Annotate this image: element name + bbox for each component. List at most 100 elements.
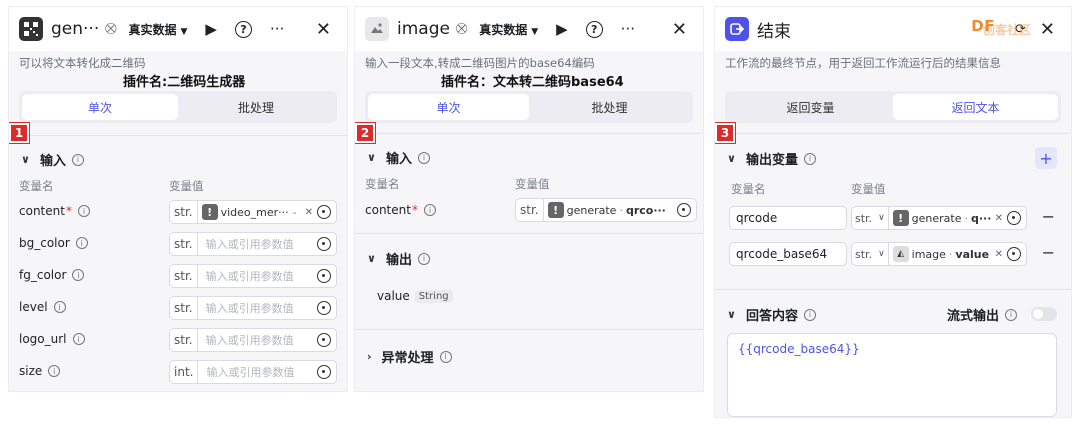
reference-picker-icon[interactable] [317,269,331,283]
output-section-header[interactable]: ∨ 输出 i [367,249,430,268]
input-section-header[interactable]: ∨ 输入 i [21,150,84,169]
info-icon: i [77,205,90,217]
info-icon: i [439,350,452,363]
divider [355,329,703,330]
run-icon[interactable]: ▶ [205,20,217,38]
input-section-header[interactable]: ∨ 输入 i [367,148,430,167]
exception-section-header[interactable]: › 异常处理 i [367,347,452,366]
chevron-down-icon: ∨ [367,252,376,265]
clear-icon[interactable]: ✕ [995,213,1003,224]
data-mode-dropdown[interactable]: 真实数据 ▼ [128,21,187,38]
param-value-content[interactable]: str. ! generate · qrco··· [515,198,697,222]
plugin-image-icon [365,17,389,41]
type-label: str. [170,329,198,351]
col-value-header: 变量值 [169,179,204,193]
type-select[interactable]: str. ∨ [852,207,889,229]
param-name: content [365,203,411,217]
param-label-size: size i [19,364,61,378]
value-input[interactable]: 输入或引用参数值 [198,364,317,380]
ref-separator: · [619,203,623,217]
value-input[interactable]: 输入或引用参数值 [198,332,317,348]
variable-name-input[interactable]: qrcode [729,206,847,230]
clear-icon[interactable]: ✕ [305,207,313,218]
reference-picker-icon[interactable] [317,365,331,379]
tab-return-text[interactable]: 返回文本 [893,94,1058,120]
col-name-header: 变量名 [19,179,54,193]
tab-batch[interactable]: 批处理 [529,94,690,120]
section-title: 输出变量 [745,153,798,168]
reference-picker-icon[interactable] [317,333,331,347]
variable-name-input[interactable]: qrcode_base64 [729,242,847,266]
remove-variable-button[interactable]: − [1042,243,1055,262]
variable-value-qrcode[interactable]: str. ∨ ! generate · q··· ✕ [851,206,1027,230]
param-value-logo-url[interactable]: str. 输入或引用参数值 [169,328,337,352]
help-icon[interactable]: ? [585,20,603,38]
param-value-size[interactable]: int. 输入或引用参数值 [169,360,337,384]
answer-content-editor[interactable]: {{qrcode_base64}} [727,333,1057,417]
step-badge: 2 [355,123,375,143]
param-value-content[interactable]: str. ! video_mer··· - ✕ [169,200,337,224]
reference-tag[interactable]: ! video_mer··· - [201,204,301,220]
param-value-level[interactable]: str. 输入或引用参数值 [169,296,337,320]
output-var-type: String [414,289,453,303]
mode-tabs: 单次 批处理 [365,91,693,123]
node-panel-end: 结束 ⟳ ✕ DF 创客社区 工作流的最终节点，用于返回工作流运行后的结果信息 … [714,6,1072,418]
add-variable-button[interactable]: + [1035,147,1057,169]
variable-value-qrcode-base64[interactable]: str. ∨ ◭ image · value ✕ [851,242,1027,266]
data-mode-dropdown[interactable]: 真实数据 ▼ [479,21,538,38]
param-value-fg-color[interactable]: str. 输入或引用参数值 [169,264,337,288]
col-value-header: 变量值 [515,177,550,191]
node-panel-qr-generator: gen··· ⛒ 真实数据 ▼ ▶ ? ··· ✕ 可以将文本转化成二维码 插件名… [8,6,348,392]
value-input[interactable]: 输入或引用参数值 [198,268,317,284]
type-select[interactable]: str. ∨ [852,243,889,265]
col-name-header: 变量名 [365,177,400,191]
stream-output-toggle[interactable] [1031,307,1057,321]
help-icon[interactable]: ? [234,20,252,38]
param-label-bg-color: bg_color i [19,236,88,250]
section-title: 输入 [385,152,412,167]
col-name-header: 变量名 [731,182,766,196]
close-icon[interactable]: ✕ [316,19,331,40]
run-icon[interactable]: ▶ [556,20,568,38]
reference-picker-icon[interactable] [1007,247,1021,261]
step-badge: 1 [9,123,29,143]
reference-picker-icon[interactable] [317,237,331,251]
reference-tag[interactable]: ! generate · q··· [892,210,991,226]
qrcode-icon [19,17,43,41]
divider [715,133,1071,134]
reference-picker-icon[interactable] [317,301,331,315]
info-icon: i [417,252,430,265]
tab-return-variable[interactable]: 返回变量 [728,94,893,120]
reference-picker-icon[interactable] [317,205,331,219]
node-link-icon[interactable]: ⛒ [105,22,116,36]
more-icon[interactable]: ··· [621,20,635,38]
type-label: int. [170,361,199,383]
output-section-header[interactable]: ∨ 输出变量 i [727,149,816,168]
tab-single[interactable]: 单次 [22,94,178,120]
close-icon[interactable]: ✕ [672,19,687,40]
info-icon: i [803,152,816,165]
chevron-down-icon: ∨ [878,249,885,259]
reference-tag[interactable]: ! generate · qrco··· [547,202,677,218]
more-icon[interactable]: ··· [270,20,284,38]
tab-single[interactable]: 单次 [368,94,529,120]
info-icon: i [71,153,84,166]
data-mode-label: 真实数据 [128,22,177,37]
close-icon[interactable]: ✕ [1040,19,1055,40]
param-value-bg-color[interactable]: str. 输入或引用参数值 [169,232,337,256]
node-link-icon[interactable]: ⛒ [456,22,467,36]
value-input[interactable]: 输入或引用参数值 [198,236,317,252]
reference-picker-icon[interactable] [1007,211,1021,225]
tab-batch[interactable]: 批处理 [178,94,334,120]
value-input[interactable]: 输入或引用参数值 [198,300,317,316]
ref-var: video_mer··· [220,205,289,219]
reference-picker-icon[interactable] [677,203,691,217]
answer-section-header[interactable]: ∨ 回答内容 i [727,305,816,324]
remove-variable-button[interactable]: − [1042,207,1055,226]
param-label-logo-url: logo_url i [19,332,85,346]
warning-icon: ! [201,204,218,220]
clear-icon[interactable]: ✕ [995,249,1003,260]
chevron-right-icon: › [367,350,372,363]
node-title: gen··· [51,19,100,39]
reference-tag[interactable]: ◭ image · value [892,246,991,262]
